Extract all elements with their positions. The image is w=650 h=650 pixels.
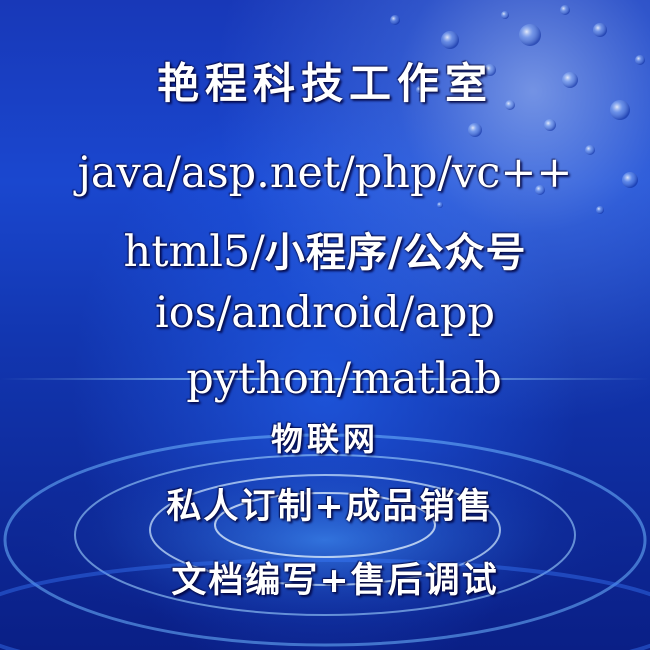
studio-title: 艳程科技工作室: [156, 59, 493, 108]
service-line-custom: 私人订制+成品销售: [166, 487, 494, 527]
promo-banner: 艳程科技工作室 java/asp.net/php/vc++ html5/小程序/…: [0, 0, 650, 650]
tech-line-mobile: ios/android/app: [155, 288, 495, 338]
service-line-docs: 文档编写+售后调试: [171, 561, 499, 601]
tech-line-python: python/matlab: [186, 354, 502, 404]
tech-line-html5: html5/小程序/公众号: [0, 220, 650, 278]
tech-line-html5-latin: html5/: [123, 227, 265, 277]
water-droplets-decoration: [390, 5, 645, 214]
tech-line-html5-cn: 小程序/公众号: [264, 230, 527, 276]
tech-line-java: java/asp.net/php/vc++: [77, 148, 573, 198]
tech-line-iot: 物联网: [270, 420, 379, 458]
